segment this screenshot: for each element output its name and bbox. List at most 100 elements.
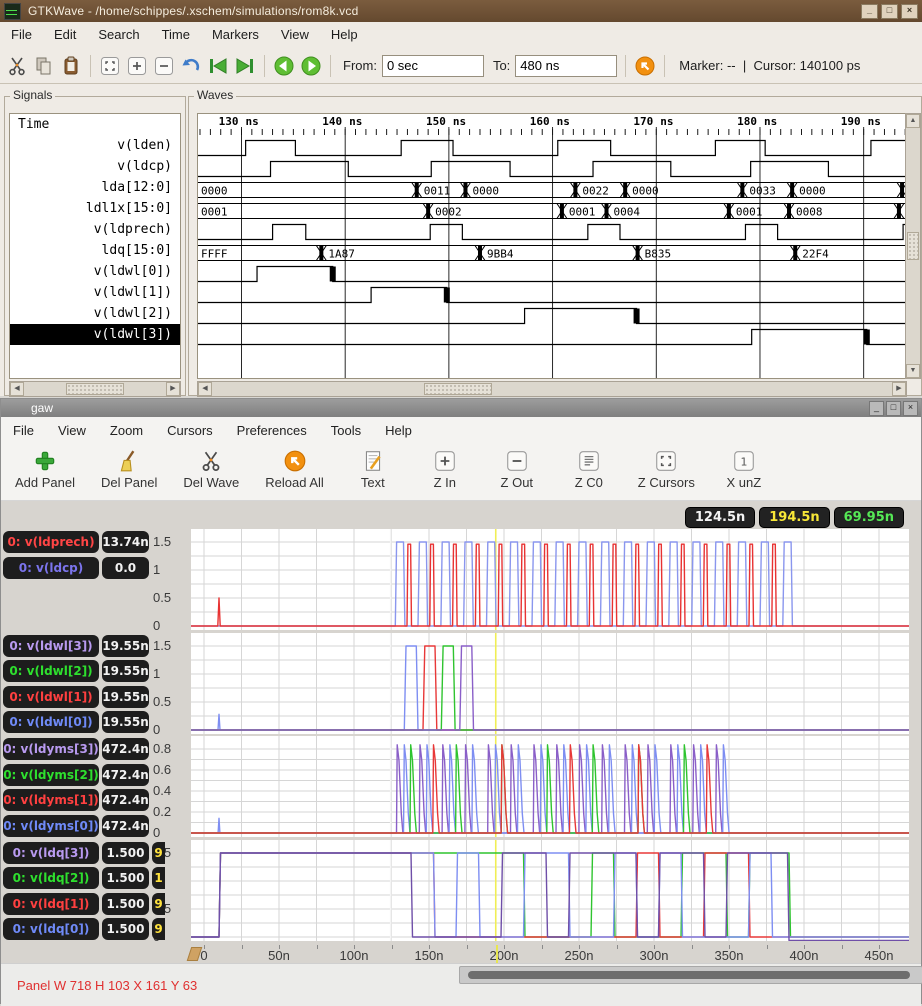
menu-item-edit[interactable]: Edit bbox=[43, 22, 87, 48]
close-button[interactable]: × bbox=[901, 4, 918, 19]
gtkwave-titlebar[interactable]: GTKWave - /home/schippes/.xschem/simulat… bbox=[0, 0, 922, 22]
minimize-button[interactable]: _ bbox=[869, 401, 884, 416]
del-wave-button[interactable]: Del Wave bbox=[183, 449, 239, 490]
wave-label-0-v-ldyms-3-[interactable]: 0: v(ldyms[3]) bbox=[3, 738, 99, 760]
scrollbar-thumb[interactable] bbox=[468, 971, 910, 979]
axis-label-450n: 450n bbox=[865, 948, 894, 963]
wave-panel-1[interactable] bbox=[191, 529, 909, 630]
signals-list[interactable]: Timev(lden)v(ldcp)lda[12:0]ldl1x[15:0]v(… bbox=[9, 113, 181, 379]
menu-item-file[interactable]: File bbox=[0, 22, 43, 48]
wave-label-0-v-ldwl-3-[interactable]: 0: v(ldwl[3]) bbox=[3, 635, 99, 657]
wave-label-0-v-ldq-2-[interactable]: 0: v(ldq[2]) bbox=[3, 867, 99, 889]
from-input[interactable] bbox=[382, 55, 484, 77]
signal-item-v-ldwl-0[interactable]: v(ldwl[0]) bbox=[10, 261, 180, 282]
menu-item-cursors[interactable]: Cursors bbox=[155, 417, 225, 445]
signal-item-Time[interactable]: Time bbox=[10, 114, 180, 135]
signal-item-lda-12-0[interactable]: lda[12:0] bbox=[10, 177, 180, 198]
zoom-fit-icon[interactable] bbox=[99, 55, 121, 77]
maximize-button[interactable]: □ bbox=[881, 4, 898, 19]
to-input[interactable] bbox=[515, 55, 617, 77]
waves-canvas[interactable]: 130ns140ns150ns160ns170ns180ns190ns00000… bbox=[197, 113, 907, 379]
menu-item-file[interactable]: File bbox=[1, 417, 46, 445]
undo-icon[interactable] bbox=[180, 55, 202, 77]
z-cursors-button[interactable]: Z Cursors bbox=[638, 449, 695, 490]
to-start-icon[interactable] bbox=[207, 55, 229, 77]
menu-item-tools[interactable]: Tools bbox=[319, 417, 373, 445]
z-c0-button[interactable]: Z C0 bbox=[566, 449, 612, 490]
signal-item-v-ldprech[interactable]: v(ldprech) bbox=[10, 219, 180, 240]
scrollbar-thumb[interactable] bbox=[66, 383, 124, 395]
wave-label-0-v-ldq-1-[interactable]: 0: v(ldq[1]) bbox=[3, 893, 99, 915]
stop-icon[interactable] bbox=[634, 55, 656, 77]
wave-label-0-v-ldprech-[interactable]: 0: v(ldprech) bbox=[3, 531, 99, 553]
z-out-button[interactable]: Z Out bbox=[494, 449, 540, 490]
menu-item-view[interactable]: View bbox=[46, 417, 98, 445]
svg-text:160: 160 bbox=[530, 115, 550, 128]
del-panel-button[interactable]: Del Panel bbox=[101, 449, 157, 490]
wave-label-0-v-ldq-0-[interactable]: 0: v(ldq[0]) bbox=[3, 918, 99, 940]
z-in-button[interactable]: Z In bbox=[422, 449, 468, 490]
wave-label-0-v-ldyms-0-[interactable]: 0: v(ldyms[0]) bbox=[3, 815, 99, 837]
signal-item-v-lden[interactable]: v(lden) bbox=[10, 135, 180, 156]
toolbar-button-label: Z C0 bbox=[575, 475, 603, 490]
wave-label-0-v-ldyms-2-[interactable]: 0: v(ldyms[2]) bbox=[3, 764, 99, 786]
wave-panel-4[interactable] bbox=[191, 840, 909, 941]
copy-icon[interactable] bbox=[33, 55, 55, 77]
scroll-left-arrow[interactable]: ◀ bbox=[10, 382, 24, 396]
gaw-hscrollbar[interactable] bbox=[459, 966, 922, 984]
wave-label-0-v-ldwl-2-[interactable]: 0: v(ldwl[2]) bbox=[3, 660, 99, 682]
signals-hscrollbar[interactable]: ◀ ▶ bbox=[9, 381, 181, 397]
signal-item-v-ldwl-2[interactable]: v(ldwl[2]) bbox=[10, 303, 180, 324]
wave-panel-3[interactable] bbox=[191, 736, 909, 837]
scroll-left-arrow[interactable]: ◀ bbox=[198, 382, 212, 396]
zoom-out-icon[interactable] bbox=[153, 55, 175, 77]
scroll-down-arrow[interactable]: ▼ bbox=[906, 364, 920, 378]
cursor-tick bbox=[496, 945, 498, 963]
menu-item-preferences[interactable]: Preferences bbox=[225, 417, 319, 445]
menu-item-view[interactable]: View bbox=[270, 22, 320, 48]
menu-item-markers[interactable]: Markers bbox=[201, 22, 270, 48]
waves-vscrollbar[interactable]: ▲ ▼ bbox=[905, 113, 921, 379]
signal-item-v-ldwl-1[interactable]: v(ldwl[1]) bbox=[10, 282, 180, 303]
menu-item-zoom[interactable]: Zoom bbox=[98, 417, 155, 445]
signal-item-v-ldcp[interactable]: v(ldcp) bbox=[10, 156, 180, 177]
add-panel-button[interactable]: Add Panel bbox=[15, 449, 75, 490]
svg-text:ns: ns bbox=[660, 115, 673, 128]
zout-icon bbox=[505, 449, 529, 473]
text-button[interactable]: Text bbox=[350, 449, 396, 490]
back-icon[interactable] bbox=[273, 55, 295, 77]
zoom-in-icon[interactable] bbox=[126, 55, 148, 77]
scrollbar-thumb[interactable] bbox=[907, 232, 919, 260]
menu-item-search[interactable]: Search bbox=[87, 22, 150, 48]
cursor-badge-1: 194.5n bbox=[759, 507, 829, 528]
axis-label-150n: 150n bbox=[415, 948, 444, 963]
menu-item-time[interactable]: Time bbox=[151, 22, 201, 48]
minimize-button[interactable]: _ bbox=[861, 4, 878, 19]
wave-label-0-v-ldwl-0-[interactable]: 0: v(ldwl[0]) bbox=[3, 711, 99, 733]
wave-label-0-v-ldwl-1-[interactable]: 0: v(ldwl[1]) bbox=[3, 686, 99, 708]
wave-panel-2[interactable] bbox=[191, 633, 909, 734]
wave-label-0-v-ldcp-[interactable]: 0: v(ldcp) bbox=[3, 557, 99, 579]
scrollbar-thumb[interactable] bbox=[424, 383, 492, 395]
x-unz-button[interactable]: 1X unZ bbox=[721, 449, 767, 490]
paste-icon[interactable] bbox=[60, 55, 82, 77]
to-end-icon[interactable] bbox=[234, 55, 256, 77]
signal-item-v-ldwl-3[interactable]: v(ldwl[3]) bbox=[10, 324, 180, 345]
scroll-up-arrow[interactable]: ▲ bbox=[906, 114, 920, 128]
wave-label-0-v-ldq-3-[interactable]: 0: v(ldq[3]) bbox=[3, 842, 99, 864]
maximize-button[interactable]: □ bbox=[886, 401, 901, 416]
reload-all-button[interactable]: Reload All bbox=[265, 449, 324, 490]
cut-icon[interactable] bbox=[6, 55, 28, 77]
close-button[interactable]: × bbox=[903, 401, 918, 416]
signal-item-ldq-15-0[interactable]: ldq[15:0] bbox=[10, 240, 180, 261]
forward-icon[interactable] bbox=[300, 55, 322, 77]
scroll-right-arrow[interactable]: ▶ bbox=[892, 382, 906, 396]
waves-hscrollbar[interactable]: ◀ ▶ bbox=[197, 381, 907, 397]
menu-item-help[interactable]: Help bbox=[320, 22, 369, 48]
wave-label-0-v-ldyms-1-[interactable]: 0: v(ldyms[1]) bbox=[3, 789, 99, 811]
scroll-right-arrow[interactable]: ▶ bbox=[166, 382, 180, 396]
gaw-titlebar[interactable]: gaw _□× bbox=[1, 399, 921, 417]
menu-item-help[interactable]: Help bbox=[373, 417, 424, 445]
svg-text:0008: 0008 bbox=[796, 206, 823, 219]
signal-item-ldl1x-15-0[interactable]: ldl1x[15:0] bbox=[10, 198, 180, 219]
